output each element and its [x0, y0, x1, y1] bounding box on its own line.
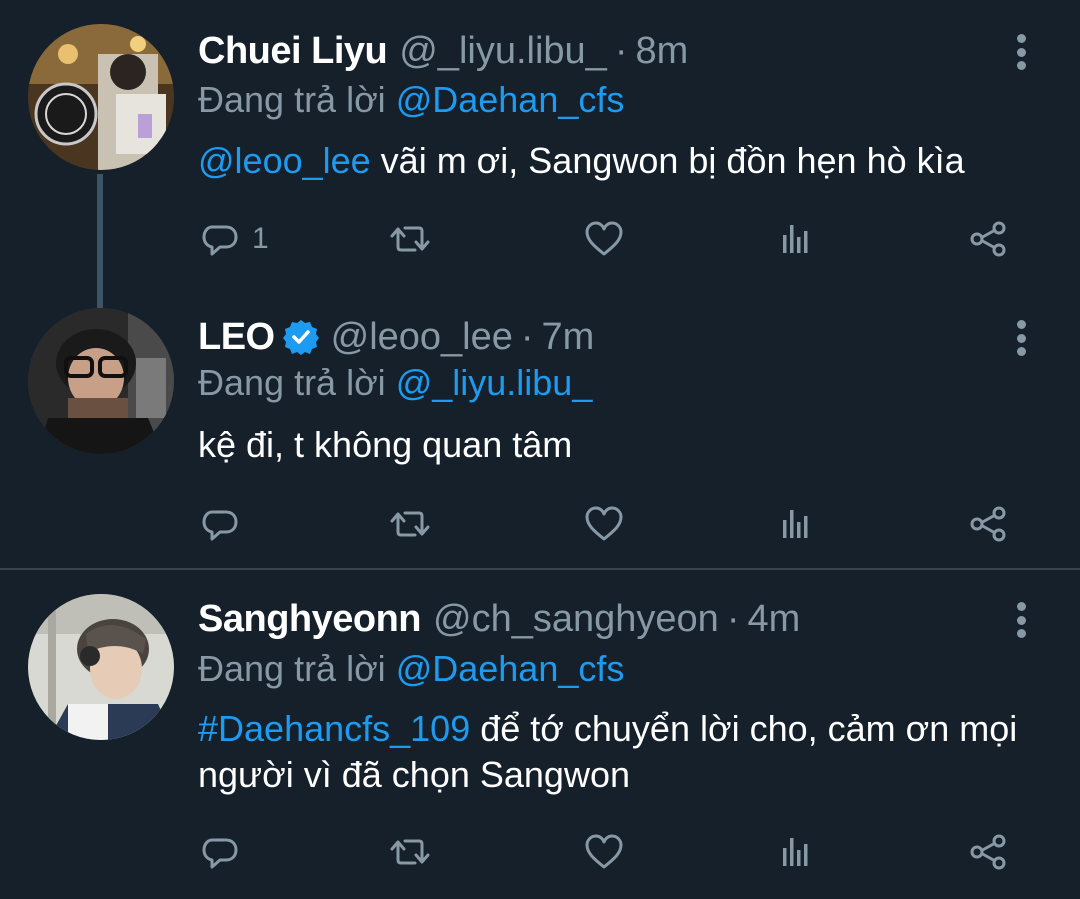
tweet-actions [0, 500, 1080, 548]
tweet-text: #Daehancfs_109 để tớ chuyển lời cho, cảm… [198, 706, 1038, 798]
retweet-icon [390, 511, 430, 537]
like-button[interactable] [582, 215, 626, 263]
more-options-icon[interactable] [1006, 316, 1036, 360]
like-icon [585, 221, 623, 256]
more-options-icon[interactable] [1006, 598, 1036, 642]
tweet-text: kệ đi, t không quan tâm [198, 422, 1038, 468]
avatar[interactable] [28, 594, 174, 740]
body-content: vãi m ơi, Sangwon bị đồn hẹn hò kìa [370, 140, 965, 181]
share-icon [970, 834, 1006, 870]
tweet-actions [0, 828, 1080, 876]
tweet-header: LEO @leoo_lee · 7m [198, 312, 594, 362]
replying-to: Đang trả lời @Daehan_cfs [198, 75, 624, 125]
analytics-icon [783, 225, 808, 253]
body-content: kệ đi, t không quan tâm [198, 424, 573, 465]
body-hashtag[interactable]: #Daehancfs_109 [198, 708, 470, 749]
separator-dot: · [614, 30, 628, 72]
replying-prefix: Đang trả lời [198, 648, 386, 689]
analytics-icon [783, 510, 808, 538]
tweet-header: Sanghyeonn @ch_sanghyeon · 4m [198, 594, 800, 644]
retweet-button[interactable] [388, 828, 432, 876]
reply-button[interactable]: 1 [198, 215, 269, 263]
display-name[interactable]: Chuei Liyu [198, 26, 388, 76]
reply-button[interactable] [198, 500, 242, 548]
share-button[interactable] [966, 828, 1010, 876]
display-name[interactable]: LEO [198, 312, 275, 362]
replying-prefix: Đang trả lời [198, 362, 386, 403]
retweet-icon [390, 839, 430, 865]
share-button[interactable] [966, 500, 1010, 548]
separator-dot: · [726, 598, 740, 640]
analytics-icon [783, 838, 808, 866]
user-handle[interactable]: @leoo_lee [331, 312, 513, 362]
reply-icon [202, 838, 238, 869]
reply-to-mention[interactable]: @Daehan_cfs [396, 79, 625, 120]
separator-dot: · [520, 316, 534, 358]
analytics-button[interactable] [774, 828, 818, 876]
reply-count: 1 [252, 222, 269, 255]
reply-icon [202, 510, 238, 541]
verified-badge-icon [282, 319, 319, 355]
avatar[interactable] [28, 308, 174, 454]
share-icon [970, 506, 1006, 542]
retweet-button[interactable] [388, 215, 432, 263]
user-handle[interactable]: @ch_sanghyeon [433, 594, 719, 644]
tweet-2[interactable]: LEO @leoo_lee · 7m Đang trả lời @_liyu.l… [0, 290, 1080, 568]
analytics-button[interactable] [774, 500, 818, 548]
reply-to-mention[interactable]: @_liyu.libu_ [396, 362, 593, 403]
user-handle[interactable]: @_liyu.libu_ [399, 26, 607, 76]
retweet-icon [390, 226, 430, 252]
body-mention[interactable]: @leoo_lee [198, 140, 371, 181]
timestamp[interactable]: 4m [747, 594, 800, 644]
replying-prefix: Đang trả lời [198, 79, 386, 120]
reply-icon [202, 225, 238, 256]
replying-to: Đang trả lời @_liyu.libu_ [198, 358, 592, 408]
more-options-icon[interactable] [1006, 30, 1036, 74]
tweet-1[interactable]: Chuei Liyu @_liyu.libu_ · 8m Đang trả lờ… [0, 0, 1080, 290]
avatar[interactable] [28, 24, 174, 170]
share-button[interactable] [966, 215, 1010, 263]
like-icon [585, 834, 623, 869]
like-button[interactable] [582, 500, 626, 548]
tweet-actions: 1 [0, 215, 1080, 263]
like-icon [585, 506, 623, 541]
timestamp[interactable]: 7m [542, 312, 595, 362]
tweet-3[interactable]: Sanghyeonn @ch_sanghyeon · 4m Đang trả l… [0, 570, 1080, 899]
reply-button[interactable] [198, 828, 242, 876]
reply-to-mention[interactable]: @Daehan_cfs [396, 648, 625, 689]
like-button[interactable] [582, 828, 626, 876]
tweet-header: Chuei Liyu @_liyu.libu_ · 8m [198, 26, 688, 76]
replying-to: Đang trả lời @Daehan_cfs [198, 644, 624, 694]
tweet-text: @leoo_lee vãi m ơi, Sangwon bị đồn hẹn h… [198, 138, 1038, 184]
share-icon [970, 221, 1006, 257]
retweet-button[interactable] [388, 500, 432, 548]
display-name[interactable]: Sanghyeonn [198, 594, 422, 644]
analytics-button[interactable] [774, 215, 818, 263]
timestamp[interactable]: 8m [635, 26, 688, 76]
